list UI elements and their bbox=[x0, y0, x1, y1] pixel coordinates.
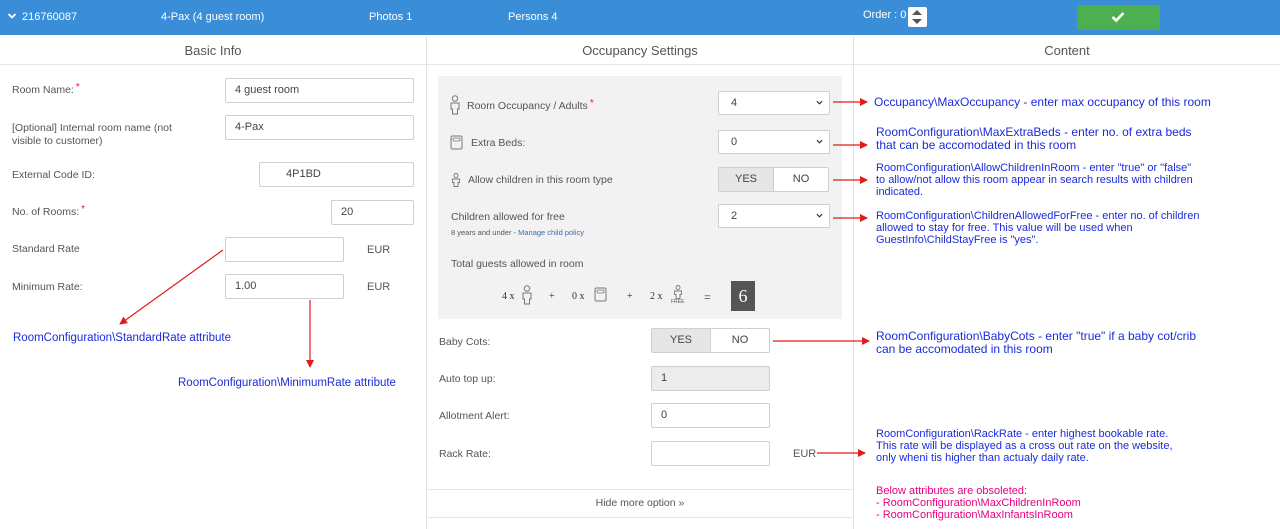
arrow-standard-rate bbox=[119, 249, 224, 325]
annotation-arrows bbox=[119, 98, 870, 457]
